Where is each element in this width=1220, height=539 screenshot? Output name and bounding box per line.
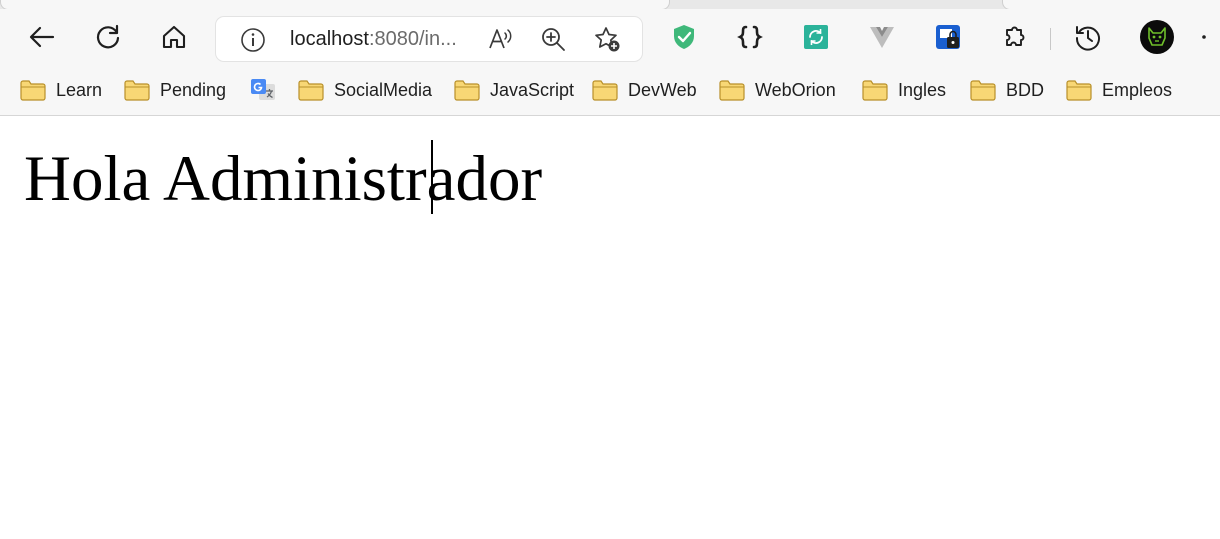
bookmark-label: Learn	[56, 79, 103, 100]
refresh-button[interactable]	[88, 17, 128, 57]
bookmark-label: DevWeb	[628, 79, 697, 100]
refresh-icon	[96, 24, 120, 49]
bookmark-folder-pending[interactable]: Pending	[124, 77, 226, 103]
back-button[interactable]	[22, 17, 62, 57]
page-heading: Hola Administrador	[24, 143, 543, 215]
sync-extension-button[interactable]	[796, 17, 836, 57]
folder-icon	[124, 80, 150, 101]
url-rest: :8080/in...	[368, 28, 457, 50]
bookmark-folder-learn[interactable]: Learn	[20, 77, 102, 103]
folder-icon	[862, 80, 888, 101]
back-icon	[29, 26, 55, 48]
json-viewer-icon	[737, 25, 763, 49]
bookmark-folder-ingles[interactable]: Ingles	[862, 77, 946, 103]
bookmark-label: BDD	[1006, 79, 1045, 100]
page-content: Hola Administrador	[0, 116, 1220, 539]
read-aloud-icon	[489, 29, 512, 49]
adblock-shield-icon	[674, 25, 694, 49]
toolbar-divider	[1050, 28, 1051, 50]
url-text[interactable]: localhost:8080/in...	[290, 27, 457, 51]
folder-icon	[298, 80, 324, 101]
address-bar[interactable]: localhost:8080/in...	[216, 17, 642, 61]
add-favorite-icon	[595, 27, 620, 52]
password-manager-icon	[936, 25, 960, 49]
folder-icon	[1066, 80, 1092, 101]
more-icon	[1202, 35, 1206, 39]
bookmark-folder-empleos[interactable]: Empleos	[1066, 77, 1172, 103]
history-icon	[1075, 26, 1100, 51]
extensions-icon	[1006, 26, 1025, 46]
vue-devtools-extension-button[interactable]	[862, 17, 902, 57]
url-host: localhost	[290, 28, 369, 50]
bookmark-label: WebOrion	[755, 79, 836, 100]
folder-icon	[592, 80, 618, 101]
bookmark-label: JavaScript	[490, 79, 575, 100]
bookmark-folder-devweb[interactable]: DevWeb	[592, 77, 697, 103]
sync-extension-icon	[804, 25, 828, 49]
browser-toolbar: localhost:8080/in...	[0, 9, 1220, 67]
bookmark-label: Ingles	[898, 79, 947, 100]
json-viewer-extension-button[interactable]	[730, 17, 770, 57]
folder-icon	[454, 80, 480, 101]
bookmark-folder-socialmedia[interactable]: SocialMedia	[298, 77, 432, 103]
folder-icon	[20, 80, 46, 101]
bookmark-folder-javascript[interactable]: JavaScript	[454, 77, 574, 103]
home-icon	[162, 25, 186, 49]
read-aloud-button[interactable]	[486, 25, 514, 53]
zoom-button[interactable]	[539, 25, 567, 53]
add-favorite-button[interactable]	[593, 25, 621, 53]
vue-devtools-icon	[870, 27, 894, 48]
profile-button[interactable]	[1137, 17, 1177, 57]
more-menu-button[interactable]	[1200, 17, 1220, 57]
text-cursor	[431, 140, 433, 214]
home-button[interactable]	[154, 17, 194, 57]
adblock-extension-button[interactable]	[664, 17, 704, 57]
bookmark-folder-bdd[interactable]: BDD	[970, 77, 1044, 103]
extensions-button[interactable]	[994, 17, 1034, 57]
zoom-icon	[542, 28, 565, 51]
bookmark-google-translate[interactable]	[250, 77, 276, 103]
bookmark-label: Pending	[160, 79, 227, 100]
tab-strip	[0, 0, 1220, 10]
folder-icon	[970, 80, 996, 101]
folder-icon	[719, 80, 745, 101]
bookmarks-bar: Learn Pending SocialMedia JavaScript Dev…	[0, 67, 1220, 116]
bookmark-label: SocialMedia	[334, 79, 433, 100]
google-translate-icon	[251, 79, 275, 100]
bookmark-label: Empleos	[1102, 79, 1173, 100]
history-button[interactable]	[1068, 17, 1108, 57]
password-manager-extension-button[interactable]	[928, 17, 968, 57]
bookmark-folder-weborion[interactable]: WebOrion	[719, 77, 836, 103]
profile-avatar	[1140, 20, 1174, 54]
site-info-icon[interactable]	[240, 27, 266, 53]
